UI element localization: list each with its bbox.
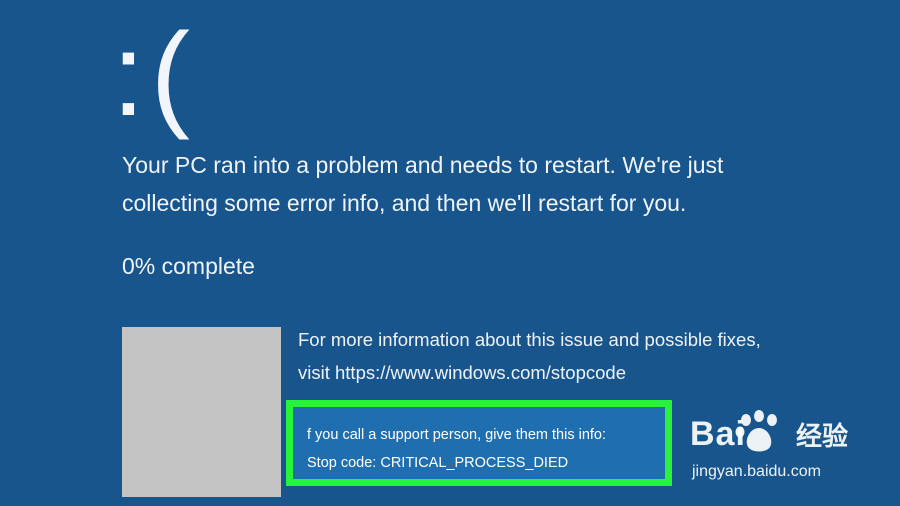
watermark-brand-suffix: 经验 — [796, 421, 849, 451]
support-info-highlight: f you call a support person, give them t… — [286, 400, 672, 486]
sad-face-emoticon: :( — [112, 9, 197, 141]
error-message: Your PC ran into a problem and needs to … — [122, 152, 724, 216]
more-info-text: For more information about this issue an… — [298, 329, 761, 383]
baidu-jingyan-watermark: Bai 经验 jingyan.baidu.com — [690, 410, 890, 492]
watermark-url: jingyan.baidu.com — [692, 463, 821, 480]
qr-code-placeholder — [122, 327, 281, 497]
support-info: f you call a support person, give them t… — [307, 421, 606, 477]
baidu-paw-icon — [735, 410, 777, 452]
support-intro-text: f you call a support person, give them t… — [307, 427, 607, 443]
stop-code-text: Stop code: CRITICAL_PROCESS_DIED — [307, 455, 569, 471]
progress-text: 0% complete — [122, 253, 255, 279]
